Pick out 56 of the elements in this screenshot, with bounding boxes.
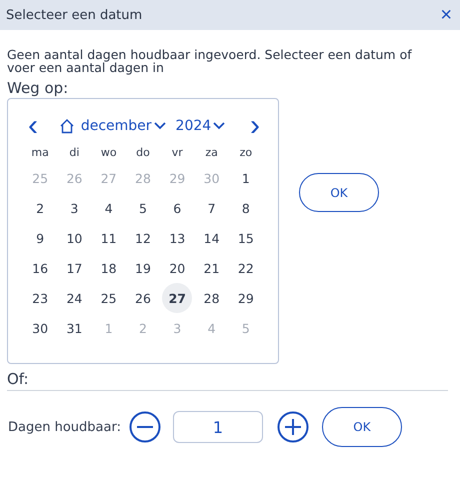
day-button[interactable]: 6	[162, 193, 192, 223]
weekday-label: ma	[30, 145, 50, 161]
day-button[interactable]: 22	[230, 253, 261, 283]
day-button[interactable]: 17	[59, 253, 90, 283]
chevron-down-icon	[213, 122, 226, 130]
day-button[interactable]: 11	[94, 223, 124, 253]
date-label: Weg op:	[7, 79, 70, 97]
day-button[interactable]: 16	[25, 253, 56, 283]
day-button[interactable]: 12	[128, 223, 158, 253]
day-button[interactable]: 26	[128, 283, 158, 313]
days-label: Dagen houdbaar:	[8, 420, 121, 434]
home-icon[interactable]	[58, 118, 75, 134]
message-text: Geen aantal dagen houdbaar ingevoerd. Selecteer een datum of voer een aantal dagen in	[7, 48, 413, 74]
or-label: Of:	[7, 370, 30, 388]
next-month-button[interactable]: ›	[248, 115, 262, 137]
plus-icon[interactable]	[276, 411, 309, 443]
day-button[interactable]: 28	[196, 283, 227, 313]
day-button[interactable]: 29	[230, 283, 261, 313]
day-button[interactable]: 4	[94, 193, 124, 223]
ok-button[interactable]: OK	[322, 407, 402, 447]
day-button[interactable]: 2	[25, 193, 56, 223]
previous-month-button[interactable]: ‹	[26, 115, 40, 137]
weekday-label: di	[68, 145, 80, 161]
day-button[interactable]: 18	[94, 253, 124, 283]
day-button[interactable]: 14	[196, 223, 227, 253]
ok-button[interactable]: OK	[299, 173, 379, 212]
day-button[interactable]: 8	[230, 193, 261, 223]
day-button[interactable]: 19	[128, 253, 158, 283]
day-button[interactable]: 5	[128, 193, 158, 223]
year-dropdown[interactable]: 2024	[172, 118, 230, 134]
day-button[interactable]: 24	[59, 283, 90, 313]
day-button[interactable]: 20	[162, 253, 192, 283]
window-title: Selecteer een datum	[6, 8, 142, 22]
day-button[interactable]: 3	[59, 193, 90, 223]
days-input[interactable]: 1	[172, 411, 263, 443]
weekday-label: wo	[100, 145, 118, 161]
day-button[interactable]: 25	[94, 283, 124, 313]
weekday-label: zo	[238, 145, 254, 161]
day-button[interactable]: 9	[25, 223, 56, 253]
close-button[interactable]: ×	[440, 5, 452, 25]
day-button[interactable]: 7	[196, 193, 227, 223]
day-button[interactable]: 30	[25, 313, 56, 343]
weekday-label: za	[204, 145, 219, 161]
minus-icon[interactable]	[128, 411, 161, 443]
day-button[interactable]: 21	[196, 253, 227, 283]
day-button[interactable]: 31	[59, 313, 90, 343]
day-button[interactable]: 10	[59, 223, 90, 253]
chevron-down-icon	[154, 122, 166, 130]
day-button[interactable]: 23	[25, 283, 56, 313]
day-button[interactable]: 13	[162, 223, 192, 253]
weekday-label: do	[135, 145, 151, 161]
month-dropdown[interactable]: december	[76, 118, 170, 134]
day-button[interactable]: 1	[230, 163, 261, 193]
day-button[interactable]: 27	[162, 283, 192, 313]
day-button[interactable]: 15	[230, 223, 261, 253]
weekday-label: vr	[170, 145, 184, 161]
